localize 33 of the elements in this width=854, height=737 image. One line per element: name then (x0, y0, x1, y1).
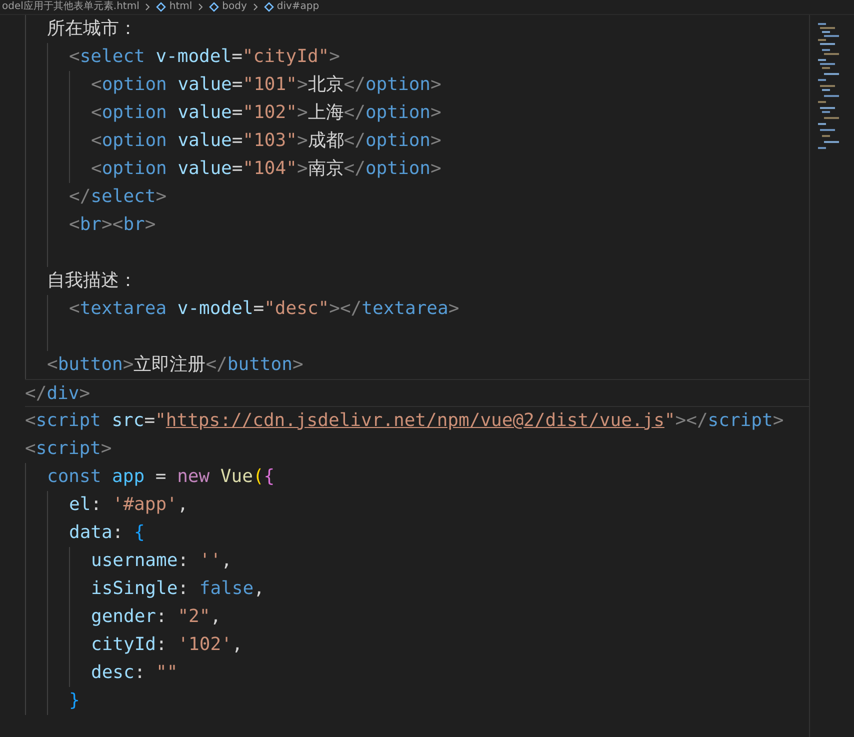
element-icon (264, 2, 274, 12)
code-line-text: </select> (69, 185, 167, 209)
code-line-text: <br><br> (69, 213, 156, 237)
chevron-icon (252, 3, 258, 11)
breadcrumb-item[interactable]: odel应用于其他表单元素.html (2, 1, 140, 13)
breadcrumb-item[interactable]: html (169, 1, 192, 13)
code-line-text: </div> (25, 382, 90, 406)
code-line-text: isSingle: false, (91, 577, 264, 601)
code-line-text: cityId: '102', (91, 633, 243, 657)
code-line-text: <option value="102">上海</option> (91, 101, 442, 125)
chevron-icon (198, 3, 204, 11)
code-line-text: <option value="104">南京</option> (91, 157, 442, 181)
code-line-text: 自我描述： (47, 269, 137, 293)
code-line-text: const app = new Vue({ (47, 465, 275, 489)
code-line-text: el: '#app', (69, 493, 188, 517)
code-line-text: desc: "" (91, 661, 178, 685)
code-line-text: <select v-model="cityId"> (69, 45, 340, 69)
code-line-text: <option value="101">北京</option> (91, 73, 442, 97)
code-line-text: 所在城市： (47, 17, 137, 41)
chevron-icon (145, 3, 150, 11)
code-line-text: username: '', (91, 549, 232, 573)
code-line-text: <option value="103">成都</option> (91, 129, 442, 153)
code-line-text: <textarea v-model="desc"></textarea> (69, 297, 460, 321)
element-icon (156, 2, 166, 12)
code-line-text: <script> (25, 437, 112, 461)
code-line-text: <script src="https://cdn.jsdelivr.net/npm/vue@2/dist/vue.js"></script> (25, 409, 784, 433)
code-line-text: <button>立即注册</button> (47, 353, 304, 377)
breadcrumb-item[interactable]: body (222, 1, 247, 13)
element-icon (209, 2, 220, 12)
code-line-text: data: { (69, 521, 145, 545)
breadcrumb-item[interactable]: div#app (276, 1, 320, 13)
code-line-text: gender: "2", (91, 605, 222, 629)
code-line-text: } (69, 689, 80, 713)
